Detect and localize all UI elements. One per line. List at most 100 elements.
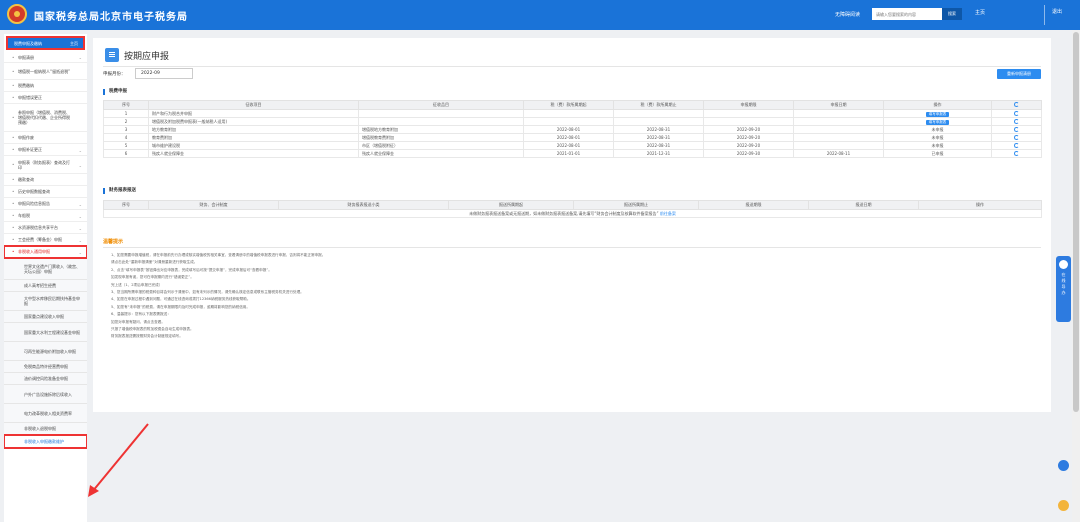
refresh-icon[interactable] [1014,150,1019,156]
go-filing-link[interactable]: 前往备案 [660,211,676,216]
logout-button[interactable]: 退出 [1052,8,1062,15]
table-cell [991,141,1042,150]
table-cell: 2022-08-11 [793,149,884,158]
table-cell [793,133,884,142]
table-cell: 2021-01-01 [523,149,614,158]
tip-line: 2、点击“填写申报表”按钮弹出对应申报表，完成填写后可按“提交申报”，完成申报后… [111,267,272,272]
fill-form-button[interactable]: 填写申报表 [925,111,950,117]
table-header-cell: 财务报表报送小类 [278,200,449,210]
table-row: 4 教育费附加 增值税教育费附加 2022-08-01 2022-08-31 2022-0… [103,133,1042,142]
submenu-item[interactable]: 免税商品特许经营费申报 [4,361,87,373]
table-header-cell: 税（费）款所属期止 [613,100,704,110]
sidebar-item[interactable]: 缴款查询 [4,174,87,186]
submenu-item[interactable]: 油价调控风险准备金申报 [4,373,87,385]
submenu-item[interactable]: 国家重大水利工程建设基金申报 [4,323,87,342]
refresh-icon[interactable] [1014,142,1019,148]
submenu-item[interactable]: 电力改革税收入相关资费率 [4,404,87,423]
submenu-item[interactable]: 非税收入退税申报 [4,423,87,435]
sidebar-item[interactable]: 车船税 ⌄ [4,210,87,222]
table-cell: 2 [103,117,149,126]
submenu-item[interactable]: 世界文化遗产门票收入（故宫、天坛公园）申报 [4,258,87,280]
submenu-item[interactable]: 可再生能源电价附加收入申报 [4,342,87,361]
table-cell [793,109,884,118]
sidebar-item[interactable]: 申报风险信息报告 ⌄ [4,198,87,210]
refresh-icon[interactable] [1014,110,1019,116]
table-cell: 2022-08-31 [613,125,704,134]
sidebar-item[interactable]: 申报表（财务报表）查询及打印 ⌄ [4,156,87,174]
table-cell [793,141,884,150]
tip-line: 如您对申报有疑问，请点击查看。 [111,319,165,324]
submenu-item[interactable]: 大中型水库移民后期扶持基金申报 [4,292,87,311]
refresh-icon[interactable] [1014,134,1019,140]
tax-declaration-table: 序号 征收项目 征收品目 税（费）款所属期起 税（费）款所属期止 申报期限 申报日期 操作 1… [103,100,1042,158]
table-cell [793,125,884,134]
table-cell: 2022-08-31 [613,141,704,150]
online-guide-widget[interactable]: 在线导办 [1056,256,1071,322]
sidebar-home-link[interactable]: 主页 [70,41,78,47]
tip-line: 完上述（1、2项后申报已完成） [111,282,163,287]
table-cell: 2022-09-20 [703,133,794,142]
site-title: 国家税务总局北京市电子税务局 [34,12,188,23]
sidebar-item[interactable]: 历史申报数据查询 [4,186,87,198]
financial-report-table: 序号 财务、会计制度 财务报表报送小类 报送所属期起 报送所属期止 报送期限 报送日期 操作 … [103,200,1042,218]
tips-list: 1、如您需要申报增值税，请在申报前先行办理或核实增值税的相关事宜，查看清册中的增… [111,252,1011,341]
sidebar-item-label: 车船税 [18,213,30,218]
table-cell: 2022-09-20 [703,141,794,150]
tip-line: 财务报表报送需按照财务会计制度规定填写。 [111,334,183,339]
table-header-cell: 申报期限 [703,100,794,110]
header-divider [1044,5,1045,25]
assistant-avatar-icon[interactable] [1058,460,1069,471]
chevron-down-icon: ⌄ [78,249,82,255]
sidebar-item[interactable]: 水资源税信息共享平台 ⌄ [4,222,87,234]
submenu-item[interactable]: 户外广告设施拆除后续收入 [4,385,87,404]
barrier-free-link[interactable]: 无障碍阅读 [835,11,860,18]
submenu-item[interactable]: 国家重点建设收入申报 [4,311,87,323]
sidebar-item[interactable]: 申报错误更正 [4,92,87,104]
header-search-button[interactable]: 搜索 [942,8,962,20]
refresh-icon[interactable] [1014,102,1019,107]
sidebar-submenu: 世界文化遗产门票收入（故宫、天坛公园）申报 成人高考招生经费 大中型水库移民后期扶持… [4,258,87,449]
submenu-item[interactable]: 成人高考招生经费 [4,280,87,292]
regenerate-list-button[interactable]: 重新申报清册 [997,69,1041,79]
chat-bubble-icon [1059,260,1068,269]
table-row: 5 城市维护建设税 市区（增值税附征） 2022-08-01 2022-08-31 202… [103,141,1042,150]
chevron-down-icon: ⌄ [78,147,82,153]
sidebar-item[interactable]: 非税收入通用申报 ⌄ [4,245,87,259]
table-header-cell: 操作 [918,200,1042,210]
section-title-tax: 税费申报 [103,89,127,95]
table-cell [613,109,704,118]
sidebar-item-label: 申报风险信息报告 [18,201,50,206]
table-header-cell: 征收项目 [148,100,359,110]
refresh-icon[interactable] [1014,126,1019,132]
feedback-icon[interactable] [1058,500,1069,511]
sidebar-item[interactable]: 增值税一般纳税人“留抵退税” [4,63,87,80]
table-row: 6 残疾人就业保障金 残疾人就业保障金 2021-01-01 2021-12-31 202… [103,149,1042,158]
sidebar-item[interactable]: 申报作废 [4,132,87,144]
scrollbar-thumb[interactable] [1073,32,1079,412]
table-cell: 2022-09-20 [703,125,794,134]
table-cell [523,117,614,126]
sidebar-item-label: 税费缴纳 [18,83,34,88]
user-home-link[interactable]: 主页 [975,9,985,16]
sidebar-item[interactable]: 税费缴纳 [4,80,87,92]
header-search-input[interactable] [872,8,942,20]
tax-emblem-icon [7,4,27,24]
table-cell: 6 [103,149,149,158]
fill-form-button[interactable]: 填写申报表 [925,119,950,125]
sidebar-item[interactable]: 申报清册 ⌄ [4,52,87,63]
sidebar-item[interactable]: 参照申报（增值税、消费税、增值税代扣代缴、企业所得税预缴） [4,104,87,132]
submenu-item[interactable]: 非税收入申报缴款维护 [4,434,87,449]
sidebar-item[interactable]: 工会经费（筹备金）申报 ⌄ [4,234,87,246]
sidebar-item-label: 历史申报数据查询 [18,189,50,194]
period-input[interactable]: 2022-09 [135,68,193,79]
table-header-cell: 报送所属期止 [573,200,699,210]
refresh-icon[interactable] [1014,118,1019,124]
sidebar-section-label: 税费申报及缴纳 [14,41,42,46]
sidebar-item[interactable]: 申报补证更正 ⌄ [4,144,87,156]
table-cell: 未申报 [883,125,992,134]
table-cell: 5 [103,141,149,150]
sidebar-section-header[interactable]: 税费申报及缴纳 主页 [6,36,85,50]
title-divider [103,66,1041,67]
chevron-down-icon: ⌄ [78,55,82,60]
table-cell [703,109,794,118]
